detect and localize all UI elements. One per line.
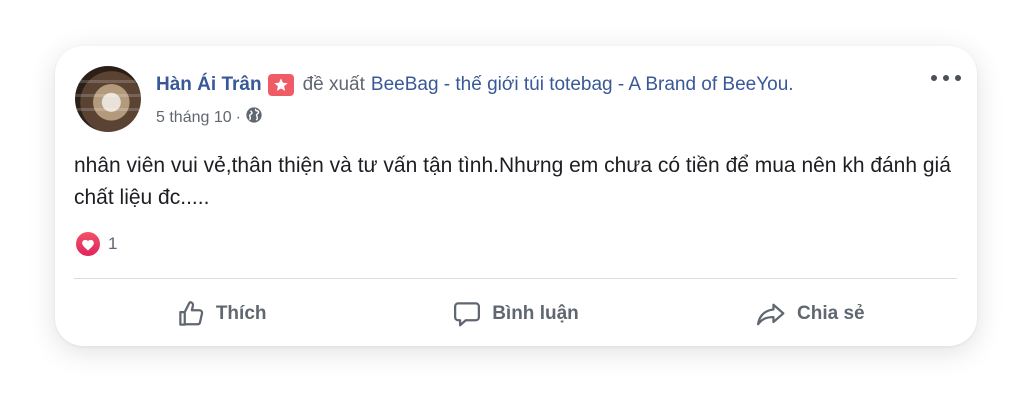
meta-separator: · — [235, 108, 241, 126]
thumbs-up-icon — [179, 301, 204, 326]
page-link[interactable]: BeeBag - thế giới túi totebag - A Brand … — [371, 74, 794, 96]
post-meta: 5 tháng 10 · — [156, 106, 263, 129]
like-label: Thích — [215, 303, 267, 324]
comment-label: Bình luận — [492, 303, 579, 324]
post-text: nhân viên vui vẻ,thân thiện và tư vấn tậ… — [74, 154, 951, 209]
recommend-star-icon — [267, 74, 294, 96]
post-header: Hàn Ái Trân đề xuất BeeBag - thế giới tú… — [156, 74, 794, 96]
reaction-summary[interactable]: 1 — [76, 232, 117, 256]
globe-icon[interactable] — [245, 106, 263, 129]
avatar[interactable] — [75, 66, 141, 132]
author-name[interactable]: Hàn Ái Trân — [156, 74, 262, 96]
review-post-card: Hàn Ái Trân đề xuất BeeBag - thế giới tú… — [55, 46, 977, 346]
share-arrow-icon — [756, 303, 785, 326]
post-date[interactable]: 5 tháng 10 — [156, 109, 232, 127]
recommends-label: đề xuất — [302, 74, 365, 95]
divider — [74, 278, 957, 279]
reaction-count: 1 — [108, 234, 118, 253]
heart-icon — [76, 232, 100, 256]
like-button[interactable]: Thích — [74, 290, 368, 338]
share-label: Chia sẻ — [797, 303, 865, 324]
share-button[interactable]: Chia sẻ — [663, 290, 957, 338]
comment-button[interactable]: Bình luận — [368, 290, 662, 338]
action-bar: Thích Bình luận Chia sẻ — [74, 290, 957, 338]
comment-bubble-icon — [454, 302, 481, 327]
more-options-icon[interactable] — [931, 70, 961, 86]
